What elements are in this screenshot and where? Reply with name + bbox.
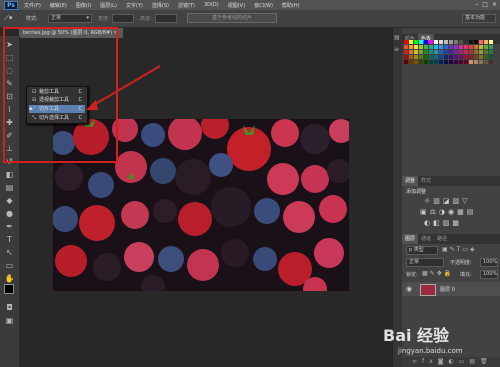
options-bar: ⟋▾ 样式: 正常 ▾ 宽度: 高度: 基于参考线的切片 基本功能: [0, 10, 500, 28]
photoshop-logo: Ps: [4, 0, 18, 10]
maximize-button[interactable]: □: [482, 1, 488, 8]
eraser-tool-icon[interactable]: ◧: [4, 169, 15, 180]
width-label: 宽度:: [98, 16, 110, 22]
adjustment-icons-row-2[interactable]: ▣⚖◑◉▦▤: [420, 208, 476, 216]
eye-icon[interactable]: ◉: [406, 285, 412, 293]
adjustments-panel-tabs: 调整 样式: [402, 176, 500, 186]
swatches-grid[interactable]: [404, 40, 498, 96]
blend-mode-select[interactable]: 正常: [406, 258, 444, 267]
path-selection-tool-icon[interactable]: ↖: [4, 247, 15, 258]
dodge-tool-icon[interactable]: ●: [4, 208, 15, 219]
pen-tool-icon[interactable]: ✒: [4, 221, 15, 232]
minimize-button[interactable]: –: [475, 1, 478, 8]
tab-paths[interactable]: 路径: [434, 234, 450, 244]
slices-from-guides-button[interactable]: 基于参考线的切片: [187, 13, 277, 23]
workspace-switcher[interactable]: 基本功能: [462, 14, 496, 23]
window-controls: – □ ×: [475, 1, 497, 8]
layers-footer: ∞fx◙◐▭▤🗑: [402, 357, 500, 367]
foreground-color-swatch[interactable]: [4, 284, 14, 294]
menu-file[interactable]: 文件(F): [24, 2, 41, 9]
menu-edit[interactable]: 编辑(E): [50, 2, 67, 9]
layers-panel-tabs: 图层 通道 路径: [402, 234, 500, 244]
type-tool-icon[interactable]: T: [4, 234, 15, 245]
blur-tool-icon[interactable]: ◆: [4, 195, 15, 206]
gradient-tool-icon[interactable]: ▤: [4, 182, 15, 193]
layer-name: 图层 0: [440, 287, 455, 293]
style-label: 样式:: [26, 16, 38, 22]
hand-tool-icon[interactable]: ✋: [4, 273, 15, 284]
menu-window[interactable]: 窗口(W): [254, 2, 273, 9]
baidu-watermark: Bai 经验: [383, 326, 450, 345]
menu-help[interactable]: 帮助(H): [282, 2, 300, 9]
lock-label: 锁定:: [406, 272, 418, 278]
height-label: 高度:: [140, 16, 152, 22]
layer-footer-icons[interactable]: ∞fx◙◐▭▤🗑: [412, 358, 493, 365]
history-panel-icon[interactable]: ▤: [394, 34, 400, 41]
menu-view[interactable]: 视图(V): [228, 2, 245, 9]
adjustments-title: 添加调整: [406, 189, 427, 195]
style-select[interactable]: 正常 ▾: [48, 14, 92, 23]
opacity-label: 不透明度:: [450, 260, 472, 266]
close-button[interactable]: ×: [492, 1, 497, 8]
lock-icons[interactable]: ▦✎✥🔒: [422, 270, 453, 277]
collapsed-panels-strip: ▤ ≡: [392, 28, 402, 367]
menu-select[interactable]: 选择(S): [152, 2, 169, 9]
annotation-highlight-box: [3, 27, 118, 163]
layer-row[interactable]: ◉ 图层 0: [402, 282, 500, 296]
height-field[interactable]: [155, 14, 177, 23]
adjustment-icons-row-3[interactable]: ◐◧▨▩: [424, 219, 462, 227]
properties-panel-icon[interactable]: ≡: [394, 46, 399, 53]
width-field[interactable]: [112, 14, 134, 23]
adjustment-icons-row-1[interactable]: ☼▥◪▧▽: [424, 197, 471, 205]
layer-kind-filter[interactable]: p 类型: [406, 246, 438, 255]
quick-mask-icon[interactable]: ◘: [4, 302, 15, 313]
slice-tool-preset-icon[interactable]: ⟋▾: [4, 14, 12, 23]
fill-label: 填充:: [460, 272, 472, 278]
menu-layer[interactable]: 图层(L): [100, 2, 117, 9]
screen-mode-icon[interactable]: ▣: [4, 315, 15, 326]
menu-filter[interactable]: 滤镜(T): [178, 2, 195, 9]
tab-adjustments[interactable]: 调整: [402, 176, 419, 186]
layer-thumbnail: [420, 284, 436, 296]
menu-image[interactable]: 图像(I): [76, 2, 91, 9]
layer-filter-icons[interactable]: ▣✎T▭◈: [442, 246, 477, 253]
baidu-watermark-url: jingyan.baidu.com: [398, 347, 463, 355]
tab-styles[interactable]: 样式: [418, 176, 434, 186]
tab-layers[interactable]: 图层: [402, 234, 419, 244]
fill-field[interactable]: 100%: [480, 270, 498, 279]
right-panels: 颜色 色板 调整 样式 添加调整 ☼▥◪▧▽ ▣⚖◑◉▦▤ ◐◧▨▩ 图层 通道…: [402, 28, 500, 367]
tab-channels[interactable]: 通道: [418, 234, 434, 244]
shape-tool-icon[interactable]: ▭: [4, 260, 15, 271]
opacity-field[interactable]: 100%: [480, 258, 498, 267]
menu-3d[interactable]: 3D(D): [204, 2, 219, 8]
menu-bar: Ps 文件(F) 编辑(E) 图像(I) 图层(L) 文字(Y) 选择(S) 滤…: [0, 0, 500, 10]
menu-type[interactable]: 文字(Y): [126, 2, 143, 9]
